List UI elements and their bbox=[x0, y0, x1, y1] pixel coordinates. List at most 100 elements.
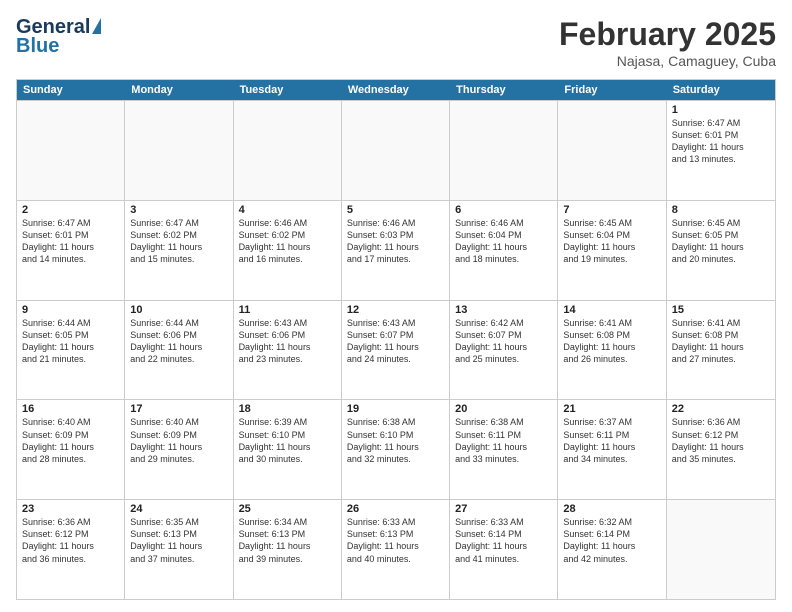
title-area: February 2025 Najasa, Camaguey, Cuba bbox=[559, 16, 776, 69]
day-number: 6 bbox=[455, 204, 552, 216]
week-row-4: 23Sunrise: 6:36 AM Sunset: 6:12 PM Dayli… bbox=[17, 499, 775, 599]
cal-cell-7: 7Sunrise: 6:45 AM Sunset: 6:04 PM Daylig… bbox=[558, 201, 666, 300]
cal-cell-empty-3 bbox=[342, 101, 450, 200]
cal-cell-21: 21Sunrise: 6:37 AM Sunset: 6:11 PM Dayli… bbox=[558, 400, 666, 499]
cal-cell-26: 26Sunrise: 6:33 AM Sunset: 6:13 PM Dayli… bbox=[342, 500, 450, 599]
cal-cell-25: 25Sunrise: 6:34 AM Sunset: 6:13 PM Dayli… bbox=[234, 500, 342, 599]
cell-daylight-info: Sunrise: 6:46 AM Sunset: 6:03 PM Dayligh… bbox=[347, 217, 444, 266]
day-number: 15 bbox=[672, 304, 770, 316]
cal-cell-16: 16Sunrise: 6:40 AM Sunset: 6:09 PM Dayli… bbox=[17, 400, 125, 499]
cell-daylight-info: Sunrise: 6:47 AM Sunset: 6:01 PM Dayligh… bbox=[672, 117, 770, 166]
day-number: 9 bbox=[22, 304, 119, 316]
cal-cell-17: 17Sunrise: 6:40 AM Sunset: 6:09 PM Dayli… bbox=[125, 400, 233, 499]
cell-daylight-info: Sunrise: 6:39 AM Sunset: 6:10 PM Dayligh… bbox=[239, 416, 336, 465]
day-number: 12 bbox=[347, 304, 444, 316]
cell-daylight-info: Sunrise: 6:41 AM Sunset: 6:08 PM Dayligh… bbox=[672, 317, 770, 366]
header-day-sunday: Sunday bbox=[17, 80, 125, 100]
header-day-monday: Monday bbox=[125, 80, 233, 100]
calendar: SundayMondayTuesdayWednesdayThursdayFrid… bbox=[16, 79, 776, 600]
cell-daylight-info: Sunrise: 6:47 AM Sunset: 6:01 PM Dayligh… bbox=[22, 217, 119, 266]
cal-cell-24: 24Sunrise: 6:35 AM Sunset: 6:13 PM Dayli… bbox=[125, 500, 233, 599]
cell-daylight-info: Sunrise: 6:34 AM Sunset: 6:13 PM Dayligh… bbox=[239, 516, 336, 565]
cal-cell-empty-1 bbox=[125, 101, 233, 200]
header-day-friday: Friday bbox=[558, 80, 666, 100]
cal-cell-empty-5 bbox=[558, 101, 666, 200]
cell-daylight-info: Sunrise: 6:45 AM Sunset: 6:04 PM Dayligh… bbox=[563, 217, 660, 266]
header-day-saturday: Saturday bbox=[667, 80, 775, 100]
cal-cell-empty-6 bbox=[667, 500, 775, 599]
day-number: 13 bbox=[455, 304, 552, 316]
cell-daylight-info: Sunrise: 6:40 AM Sunset: 6:09 PM Dayligh… bbox=[22, 416, 119, 465]
cell-daylight-info: Sunrise: 6:38 AM Sunset: 6:10 PM Dayligh… bbox=[347, 416, 444, 465]
day-number: 24 bbox=[130, 503, 227, 515]
day-number: 25 bbox=[239, 503, 336, 515]
cal-cell-28: 28Sunrise: 6:32 AM Sunset: 6:14 PM Dayli… bbox=[558, 500, 666, 599]
week-row-1: 2Sunrise: 6:47 AM Sunset: 6:01 PM Daylig… bbox=[17, 200, 775, 300]
cal-cell-2: 2Sunrise: 6:47 AM Sunset: 6:01 PM Daylig… bbox=[17, 201, 125, 300]
day-number: 19 bbox=[347, 403, 444, 415]
cal-cell-6: 6Sunrise: 6:46 AM Sunset: 6:04 PM Daylig… bbox=[450, 201, 558, 300]
cal-cell-12: 12Sunrise: 6:43 AM Sunset: 6:07 PM Dayli… bbox=[342, 301, 450, 400]
cal-cell-10: 10Sunrise: 6:44 AM Sunset: 6:06 PM Dayli… bbox=[125, 301, 233, 400]
cal-cell-27: 27Sunrise: 6:33 AM Sunset: 6:14 PM Dayli… bbox=[450, 500, 558, 599]
cell-daylight-info: Sunrise: 6:36 AM Sunset: 6:12 PM Dayligh… bbox=[22, 516, 119, 565]
logo-blue: Blue bbox=[16, 35, 59, 58]
logo: General Blue bbox=[16, 16, 101, 58]
week-row-0: 1Sunrise: 6:47 AM Sunset: 6:01 PM Daylig… bbox=[17, 100, 775, 200]
day-number: 8 bbox=[672, 204, 770, 216]
day-number: 23 bbox=[22, 503, 119, 515]
cell-daylight-info: Sunrise: 6:32 AM Sunset: 6:14 PM Dayligh… bbox=[563, 516, 660, 565]
cal-cell-14: 14Sunrise: 6:41 AM Sunset: 6:08 PM Dayli… bbox=[558, 301, 666, 400]
day-number: 17 bbox=[130, 403, 227, 415]
cell-daylight-info: Sunrise: 6:41 AM Sunset: 6:08 PM Dayligh… bbox=[563, 317, 660, 366]
calendar-body: 1Sunrise: 6:47 AM Sunset: 6:01 PM Daylig… bbox=[17, 100, 775, 599]
day-number: 5 bbox=[347, 204, 444, 216]
cell-daylight-info: Sunrise: 6:43 AM Sunset: 6:07 PM Dayligh… bbox=[347, 317, 444, 366]
week-row-2: 9Sunrise: 6:44 AM Sunset: 6:05 PM Daylig… bbox=[17, 300, 775, 400]
cell-daylight-info: Sunrise: 6:33 AM Sunset: 6:13 PM Dayligh… bbox=[347, 516, 444, 565]
month-title: February 2025 bbox=[559, 16, 776, 53]
day-number: 1 bbox=[672, 104, 770, 116]
week-row-3: 16Sunrise: 6:40 AM Sunset: 6:09 PM Dayli… bbox=[17, 399, 775, 499]
logo-triangle-icon bbox=[92, 18, 101, 34]
cell-daylight-info: Sunrise: 6:36 AM Sunset: 6:12 PM Dayligh… bbox=[672, 416, 770, 465]
cell-daylight-info: Sunrise: 6:40 AM Sunset: 6:09 PM Dayligh… bbox=[130, 416, 227, 465]
cell-daylight-info: Sunrise: 6:42 AM Sunset: 6:07 PM Dayligh… bbox=[455, 317, 552, 366]
day-number: 7 bbox=[563, 204, 660, 216]
day-number: 20 bbox=[455, 403, 552, 415]
cell-daylight-info: Sunrise: 6:37 AM Sunset: 6:11 PM Dayligh… bbox=[563, 416, 660, 465]
cal-cell-13: 13Sunrise: 6:42 AM Sunset: 6:07 PM Dayli… bbox=[450, 301, 558, 400]
cal-cell-4: 4Sunrise: 6:46 AM Sunset: 6:02 PM Daylig… bbox=[234, 201, 342, 300]
day-number: 22 bbox=[672, 403, 770, 415]
day-number: 11 bbox=[239, 304, 336, 316]
cal-cell-1: 1Sunrise: 6:47 AM Sunset: 6:01 PM Daylig… bbox=[667, 101, 775, 200]
day-number: 4 bbox=[239, 204, 336, 216]
cal-cell-18: 18Sunrise: 6:39 AM Sunset: 6:10 PM Dayli… bbox=[234, 400, 342, 499]
cell-daylight-info: Sunrise: 6:46 AM Sunset: 6:02 PM Dayligh… bbox=[239, 217, 336, 266]
day-number: 21 bbox=[563, 403, 660, 415]
cell-daylight-info: Sunrise: 6:43 AM Sunset: 6:06 PM Dayligh… bbox=[239, 317, 336, 366]
day-number: 27 bbox=[455, 503, 552, 515]
cal-cell-8: 8Sunrise: 6:45 AM Sunset: 6:05 PM Daylig… bbox=[667, 201, 775, 300]
cal-cell-5: 5Sunrise: 6:46 AM Sunset: 6:03 PM Daylig… bbox=[342, 201, 450, 300]
cal-cell-15: 15Sunrise: 6:41 AM Sunset: 6:08 PM Dayli… bbox=[667, 301, 775, 400]
day-number: 16 bbox=[22, 403, 119, 415]
header-day-thursday: Thursday bbox=[450, 80, 558, 100]
cell-daylight-info: Sunrise: 6:47 AM Sunset: 6:02 PM Dayligh… bbox=[130, 217, 227, 266]
cell-daylight-info: Sunrise: 6:35 AM Sunset: 6:13 PM Dayligh… bbox=[130, 516, 227, 565]
cell-daylight-info: Sunrise: 6:46 AM Sunset: 6:04 PM Dayligh… bbox=[455, 217, 552, 266]
day-number: 14 bbox=[563, 304, 660, 316]
cal-cell-empty-4 bbox=[450, 101, 558, 200]
cal-cell-23: 23Sunrise: 6:36 AM Sunset: 6:12 PM Dayli… bbox=[17, 500, 125, 599]
day-number: 26 bbox=[347, 503, 444, 515]
day-number: 3 bbox=[130, 204, 227, 216]
header-day-wednesday: Wednesday bbox=[342, 80, 450, 100]
cal-cell-empty-0 bbox=[17, 101, 125, 200]
day-number: 18 bbox=[239, 403, 336, 415]
cell-daylight-info: Sunrise: 6:44 AM Sunset: 6:05 PM Dayligh… bbox=[22, 317, 119, 366]
header: General Blue February 2025 Najasa, Camag… bbox=[16, 16, 776, 69]
cal-cell-22: 22Sunrise: 6:36 AM Sunset: 6:12 PM Dayli… bbox=[667, 400, 775, 499]
cal-cell-11: 11Sunrise: 6:43 AM Sunset: 6:06 PM Dayli… bbox=[234, 301, 342, 400]
calendar-header: SundayMondayTuesdayWednesdayThursdayFrid… bbox=[17, 80, 775, 100]
cal-cell-empty-2 bbox=[234, 101, 342, 200]
